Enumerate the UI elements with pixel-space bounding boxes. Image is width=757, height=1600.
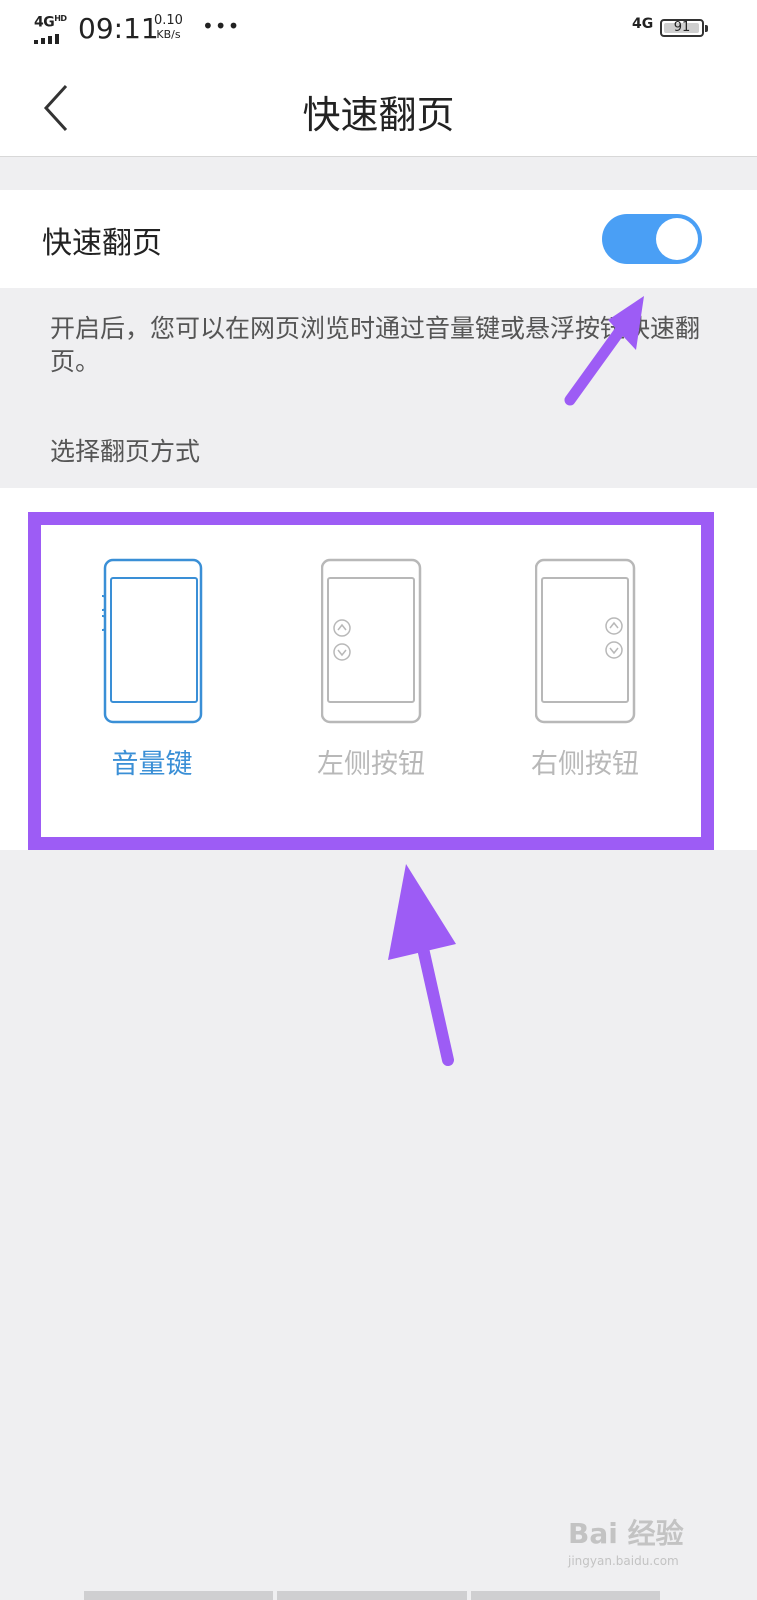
network-speed: 0.10 KB/s <box>154 13 183 42</box>
baidu-jingyan-watermark: Bai 经验 jingyan.baidu.com <box>568 1517 684 1568</box>
description-text: 开启后，您可以在网页浏览时通过音量键或悬浮按钮快速翻页。 <box>50 314 701 376</box>
toggle-knob <box>656 218 698 260</box>
option-label: 左侧按钮 <box>317 749 425 780</box>
battery-icon: 91 <box>660 19 708 37</box>
network-type-left: 4GHD <box>34 14 67 31</box>
option-label: 音量键 <box>111 749 193 780</box>
page-turn-mode-panel: 音量键 左侧按钮 右侧按钮 <box>0 488 757 850</box>
quick-page-turn-row: 快速翻页 <box>0 190 757 288</box>
option-label: 右侧按钮 <box>531 749 639 780</box>
quick-page-turn-toggle[interactable] <box>602 214 702 264</box>
network-type-right: 4G <box>632 16 654 32</box>
phone-volume-keys-icon <box>102 558 203 724</box>
phone-right-buttons-icon <box>535 558 636 724</box>
battery-level: 91 <box>673 20 691 35</box>
status-bar: 4GHD 09:11 0.10 KB/s ••• 4G 91 <box>0 0 757 60</box>
section-label: 选择翻页方式 <box>50 437 201 466</box>
quick-page-turn-label: 快速翻页 <box>42 226 162 261</box>
annotation-arrow-up-icon <box>388 864 456 1066</box>
phone-left-buttons-icon <box>321 558 422 724</box>
page-title: 快速翻页 <box>302 93 455 137</box>
option-right-buttons[interactable]: 右侧按钮 <box>505 558 665 788</box>
clock: 09:11 <box>78 12 159 45</box>
title-bar: 快速翻页 <box>0 60 757 157</box>
signal-icon: 4GHD <box>34 14 68 44</box>
more-notifications-icon: ••• <box>202 14 241 38</box>
option-volume-keys[interactable]: 音量键 <box>72 558 232 788</box>
option-left-buttons[interactable]: 左侧按钮 <box>291 558 451 788</box>
gesture-bar <box>84 1591 660 1600</box>
